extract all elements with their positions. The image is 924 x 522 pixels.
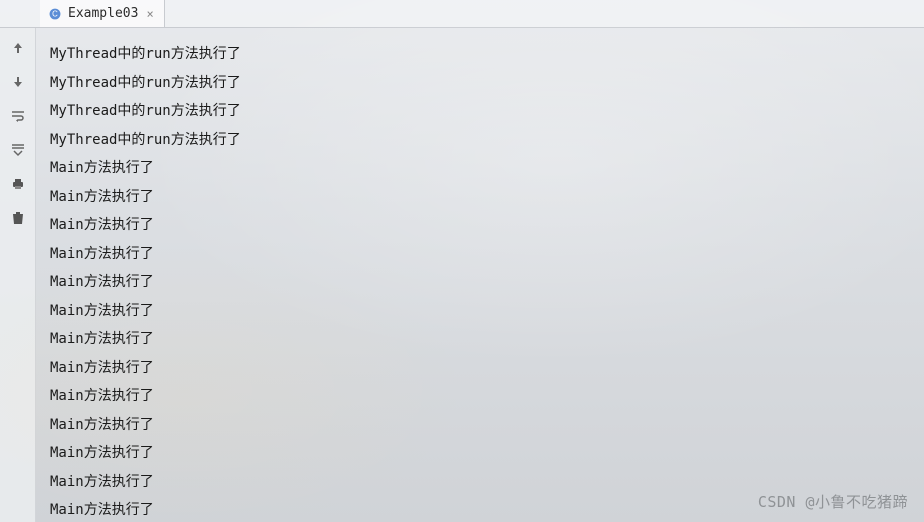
tab-label: Example03 — [68, 6, 138, 21]
class-file-icon: C — [48, 7, 62, 21]
console-line: Main方法执行了 — [50, 240, 916, 269]
arrow-down-icon[interactable] — [8, 72, 28, 92]
tab-bar: C Example03 × — [0, 0, 924, 28]
console-line: Main方法执行了 — [50, 297, 916, 326]
console-line: Main方法执行了 — [50, 211, 916, 240]
console-line: Main方法执行了 — [50, 496, 916, 522]
console-line: MyThread中的run方法执行了 — [50, 69, 916, 98]
console-line: MyThread中的run方法执行了 — [50, 97, 916, 126]
soft-wrap-icon[interactable] — [8, 106, 28, 126]
console-line: Main方法执行了 — [50, 468, 916, 497]
tab-example03[interactable]: C Example03 × — [40, 0, 165, 27]
scroll-to-end-icon[interactable] — [8, 140, 28, 160]
console-output[interactable]: MyThread中的run方法执行了MyThread中的run方法执行了MyTh… — [36, 28, 924, 522]
console-line: MyThread中的run方法执行了 — [50, 126, 916, 155]
console-line: Main方法执行了 — [50, 382, 916, 411]
trash-icon[interactable] — [8, 208, 28, 228]
console-line: Main方法执行了 — [50, 354, 916, 383]
console-toolbar — [0, 28, 36, 522]
console-line: Main方法执行了 — [50, 439, 916, 468]
print-icon[interactable] — [8, 174, 28, 194]
svg-text:C: C — [52, 9, 58, 18]
main-content: MyThread中的run方法执行了MyThread中的run方法执行了MyTh… — [0, 28, 924, 522]
close-icon[interactable]: × — [144, 7, 155, 21]
console-line: MyThread中的run方法执行了 — [50, 40, 916, 69]
console-line: Main方法执行了 — [50, 268, 916, 297]
arrow-up-icon[interactable] — [8, 38, 28, 58]
console-line: Main方法执行了 — [50, 325, 916, 354]
console-line: Main方法执行了 — [50, 183, 916, 212]
console-line: Main方法执行了 — [50, 154, 916, 183]
console-line: Main方法执行了 — [50, 411, 916, 440]
